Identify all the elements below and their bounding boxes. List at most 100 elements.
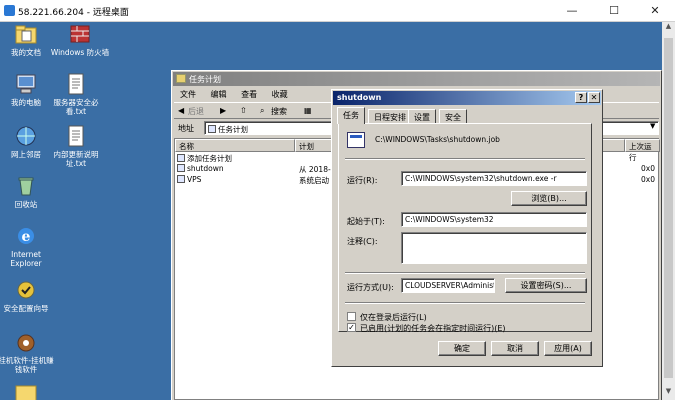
run-as-label: 运行方式(U): xyxy=(347,283,394,292)
only-logged-on-label: 仅在登录后运行(L) xyxy=(360,313,427,322)
desktop-icon-security-wizard[interactable]: 安全配置向导 xyxy=(0,278,56,313)
enabled-label: 已启用(计划的任务会在指定时间运行)(E) xyxy=(360,324,506,333)
run-label: 运行(R): xyxy=(347,176,378,185)
separator xyxy=(345,158,585,160)
desktop-icon-ie[interactable]: e Internet Explorer xyxy=(0,224,56,268)
desktop-icon-hangup-app[interactable]: 挂机软件-挂机赚钱软件 xyxy=(0,330,56,374)
svg-text:e: e xyxy=(22,229,31,245)
task-row-add[interactable]: 添加任务计划 xyxy=(177,153,232,164)
maximize-button[interactable]: ☐ xyxy=(594,2,634,20)
up-folder-icon[interactable]: ⇧ xyxy=(240,106,247,115)
scroll-thumb[interactable] xyxy=(664,38,673,378)
desktop-icon-label: Windows 防火墙 xyxy=(50,48,110,57)
desktop-icon-label: 我的文档 xyxy=(11,48,41,57)
remote-desktop-titlebar: 58.221.66.204 - 远程桌面 — ☐ ✕ xyxy=(0,0,675,22)
task-window-title: 任务计划 xyxy=(189,75,221,84)
task-row-shutdown[interactable]: shutdown xyxy=(177,164,224,173)
ok-button[interactable]: 确定 xyxy=(438,341,486,356)
set-password-button[interactable]: 设置密码(S)... xyxy=(505,278,587,293)
desktop-icon-folder[interactable] xyxy=(0,380,56,400)
desktop-icon-label: Internet Explorer xyxy=(10,250,42,268)
close-button[interactable]: ✕ xyxy=(635,2,675,20)
network-icon xyxy=(14,124,38,148)
menu-file[interactable]: 文件 xyxy=(174,87,202,100)
run-input[interactable]: C:\WINDOWS\system32\shutdown.exe -r xyxy=(401,171,587,186)
desktop-icon-recycle-bin[interactable]: 回收站 xyxy=(0,174,56,209)
desktop-icon-update-txt[interactable]: 内部更新说明址.txt xyxy=(46,124,106,168)
task-window-titlebar: 任务计划 xyxy=(173,72,660,86)
ie-icon: e xyxy=(14,224,38,248)
separator xyxy=(345,272,585,274)
comment-label: 注释(C): xyxy=(347,237,378,246)
apply-button[interactable]: 应用(A) xyxy=(544,341,592,356)
separator xyxy=(345,302,585,304)
folder-documents-icon xyxy=(14,22,38,46)
task-tab-panel: C:\WINDOWS\Tasks\shutdown.job 运行(R): C:\… xyxy=(338,123,592,333)
minimize-button[interactable]: — xyxy=(552,2,592,20)
search-button[interactable]: 搜索 xyxy=(271,106,287,117)
scroll-up-icon[interactable]: ▲ xyxy=(662,22,675,35)
help-button[interactable]: ? xyxy=(575,92,587,103)
comment-input[interactable] xyxy=(401,232,587,264)
tab-settings[interactable]: 设置 xyxy=(408,109,436,123)
desktop-icon-my-documents[interactable]: 我的文档 xyxy=(0,22,56,57)
folder-icon xyxy=(14,380,38,400)
shutdown-properties-dialog: shutdown ? ✕ 任务 日程安排 设置 安全 C:\WINDOWS\Ta… xyxy=(331,89,603,367)
search-icon[interactable]: ⌕ xyxy=(260,106,264,116)
folder-small-icon xyxy=(208,125,216,133)
task-job-icon xyxy=(347,132,365,148)
job-path: C:\WINDOWS\Tasks\shutdown.job xyxy=(375,135,500,144)
task-row-vps[interactable]: VPS xyxy=(177,175,201,184)
folders-icon[interactable]: ▦ xyxy=(304,106,312,115)
column-last-run[interactable]: 上次运行 xyxy=(625,139,660,162)
enabled-checkbox[interactable]: ✓ xyxy=(347,323,356,332)
start-in-label: 起始于(T): xyxy=(347,217,385,226)
cancel-button[interactable]: 取消 xyxy=(491,341,539,356)
desktop-icon-security-txt[interactable]: 服务器安全必看.txt xyxy=(46,72,106,116)
column-name[interactable]: 名称 xyxy=(175,139,295,152)
menu-edit[interactable]: 编辑 xyxy=(205,87,233,100)
desktop-icon-label: 安全配置向导 xyxy=(3,304,49,313)
security-wizard-icon xyxy=(14,278,38,302)
task-icon xyxy=(177,175,185,183)
tab-security[interactable]: 安全 xyxy=(439,109,467,123)
address-label: 地址 xyxy=(178,124,194,133)
computer-icon xyxy=(14,72,38,96)
dialog-title: shutdown xyxy=(337,93,382,102)
remote-desktop-icon xyxy=(4,5,15,16)
menu-favorites[interactable]: 收藏 xyxy=(266,87,294,100)
back-button[interactable]: 后退 xyxy=(188,106,204,117)
address-dropdown-icon[interactable]: ▼ xyxy=(650,122,655,130)
run-as-input[interactable]: CLOUDSERVER\Administra xyxy=(401,278,495,293)
desktop: 我的文档 Windows 防火墙 我的电脑 服务器安全必看.txt 网上邻居 内… xyxy=(0,22,662,400)
desktop-icon-label: 服务器安全必看.txt xyxy=(53,98,99,116)
scroll-down-icon[interactable]: ▼ xyxy=(662,387,675,400)
dialog-titlebar: shutdown xyxy=(333,91,601,105)
text-file-icon xyxy=(64,72,88,96)
dialog-close-button[interactable]: ✕ xyxy=(588,92,600,103)
text-file-icon xyxy=(64,124,88,148)
remote-desktop-title: 58.221.66.204 - 远程桌面 xyxy=(18,8,129,18)
forward-arrow-icon[interactable]: ▶ xyxy=(220,106,226,115)
desktop-icon-label: 挂机软件-挂机赚钱软件 xyxy=(0,356,54,374)
menu-view[interactable]: 查看 xyxy=(235,87,263,100)
desktop-icon-label: 回收站 xyxy=(14,200,38,209)
task-folder-icon xyxy=(176,74,186,83)
remote-scrollbar[interactable]: ▲ ▼ xyxy=(662,22,675,400)
add-task-icon xyxy=(177,154,185,162)
task-last-vps: 0x0 xyxy=(641,175,655,184)
back-arrow-icon[interactable]: ◀ xyxy=(178,106,184,115)
tab-task[interactable]: 任务 xyxy=(337,107,365,124)
tab-schedule[interactable]: 日程安排 xyxy=(368,109,412,123)
recycle-bin-icon xyxy=(14,174,38,198)
browse-button[interactable]: 浏览(B)... xyxy=(511,191,587,206)
task-last-shutdown: 0x0 xyxy=(641,164,655,173)
start-in-input[interactable]: C:\WINDOWS\system32 xyxy=(401,212,587,227)
task-schedule-shutdown: 从 2018- xyxy=(299,165,331,174)
task-icon xyxy=(177,164,185,172)
only-logged-on-checkbox[interactable] xyxy=(347,312,356,321)
desktop-icon-firewall[interactable]: Windows 防火墙 xyxy=(50,22,110,57)
task-schedule-vps: 系统启动 xyxy=(299,176,329,185)
desktop-icon-label: 内部更新说明址.txt xyxy=(53,150,99,168)
firewall-icon xyxy=(68,22,92,46)
